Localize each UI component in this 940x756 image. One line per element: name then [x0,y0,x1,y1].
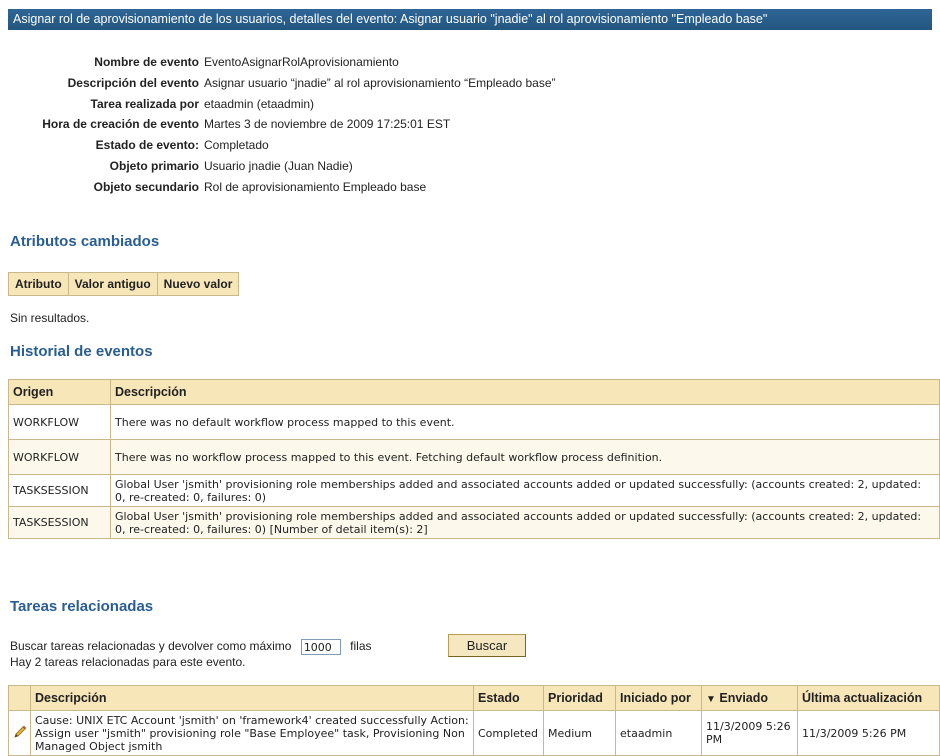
detail-label: Nombre de evento [94,55,199,69]
task-updated: 11/3/2009 5:26 PM [797,710,940,756]
detail-label: Hora de creación de evento [42,117,199,132]
detail-row: Hora de creación de evento Martes 3 de no… [0,114,940,135]
column-header-icon [8,685,31,711]
detail-row: Objeto primario Usuario jnadie (Juan Nadi… [0,156,940,177]
column-header-enviado[interactable]: ▼ Enviado [701,685,798,711]
search-suffix-text: filas [350,639,372,654]
detail-label: Estado de evento: [95,138,199,153]
table-row[interactable]: Cause: UNIX ETC Account 'jsmith' on 'fra… [8,710,940,756]
column-header-ultima-actualizacion[interactable]: Última actualización [797,685,940,711]
page-title: Asignar rol de aprovisionamiento de los … [13,12,768,26]
no-results-text: Sin resultados. [10,311,90,325]
detail-label: Objeto secundario [93,179,199,194]
history-description: There was no workflow process mapped to … [110,439,940,475]
detail-row: Objeto secundario Rol de aprovisionamient… [0,177,940,198]
sort-descending-icon: ▼ [706,694,716,705]
pencil-icon[interactable] [8,710,31,756]
history-description: Global User 'jsmith' provisioning role m… [110,474,940,507]
task-sent: 11/3/2009 5:26 PM [701,710,798,756]
table-row: WORKFLOW There was no default workflow p… [8,404,940,440]
max-results-input[interactable]: 1000 [300,639,341,655]
detail-row: Nombre de evento EventoAsignarRolAprovisi… [0,52,940,73]
column-header-nuevo-valor[interactable]: Nuevo valor [156,272,240,296]
column-header-iniciado-por[interactable]: Iniciado por [615,685,702,711]
related-tasks-search: Buscar tareas relacionadas y devolver co… [10,639,372,655]
changed-attributes-heading: Atributos cambiados [10,233,160,250]
detail-row: Estado de evento: Completado [0,135,940,156]
column-header-descripcion[interactable]: Descripción [30,685,474,711]
table-row: WORKFLOW There was no workflow process m… [8,439,940,475]
search-button[interactable]: Buscar [448,634,526,657]
detail-value: Asignar usuario “jnadie” al rol aprovisi… [204,75,556,90]
column-header-enviado-label: Enviado [719,691,769,705]
task-status: Completed [473,710,544,756]
history-origin: TASKSESSION [8,474,111,507]
detail-value: Usuario jnadie (Juan Nadie) [204,158,353,173]
history-origin: TASKSESSION [8,506,111,539]
detail-row: Tarea realizada por etaadmin (etaadmin) [0,94,940,115]
column-header-atributo[interactable]: Atributo [8,272,69,296]
table-row: TASKSESSION Global User 'jsmith' provisi… [8,506,940,539]
column-header-descripcion[interactable]: Descripción [110,379,940,405]
history-description: Global User 'jsmith' provisioning role m… [110,506,940,539]
detail-value: Rol de aprovisionamiento Empleado base [204,179,427,194]
detail-row: Descripción del evento Asignar usuario “j… [0,73,940,94]
history-origin: WORKFLOW [8,439,111,475]
history-origin: WORKFLOW [8,404,111,440]
related-tasks-heading: Tareas relacionadas [10,598,154,615]
table-row: TASKSESSION Global User 'jsmith' provisi… [8,474,940,507]
detail-label: Objeto primario [109,158,199,173]
task-priority: Medium [543,710,616,756]
event-details: Nombre de evento EventoAsignarRolAprovisi… [0,52,940,198]
event-history-heading: Historial de eventos [10,343,153,360]
column-header-prioridad[interactable]: Prioridad [543,685,616,711]
detail-value: etaadmin (etaadmin) [204,96,315,111]
search-prefix-text: Buscar tareas relacionadas y devolver co… [10,639,292,654]
task-description: Cause: UNIX ETC Account 'jsmith' on 'fra… [30,710,474,756]
page-title-bar: Asignar rol de aprovisionamiento de los … [8,9,932,30]
detail-value: Completado [204,138,269,153]
column-header-valor-antiguo[interactable]: Valor antiguo [67,272,158,296]
column-header-origen[interactable]: Origen [8,379,111,405]
detail-value: Martes 3 de noviembre de 2009 17:25:01 E… [204,117,451,132]
detail-value: EventoAsignarRolAprovisionamiento [204,55,399,69]
event-history-table: Origen Descripción WORKFLOW There was no… [8,379,940,539]
history-description: There was no default workflow process ma… [110,404,940,440]
detail-label: Descripción del evento [67,75,199,90]
detail-label: Tarea realizada por [90,96,200,111]
column-header-estado[interactable]: Estado [473,685,544,711]
related-tasks-table: Descripción Estado Prioridad Iniciado po… [8,685,940,756]
task-initiated-by: etaadmin [615,710,702,756]
changed-attributes-table: Atributo Valor antiguo Nuevo valor [8,272,240,296]
related-tasks-count: Hay 2 tareas relacionadas para este even… [10,655,246,669]
